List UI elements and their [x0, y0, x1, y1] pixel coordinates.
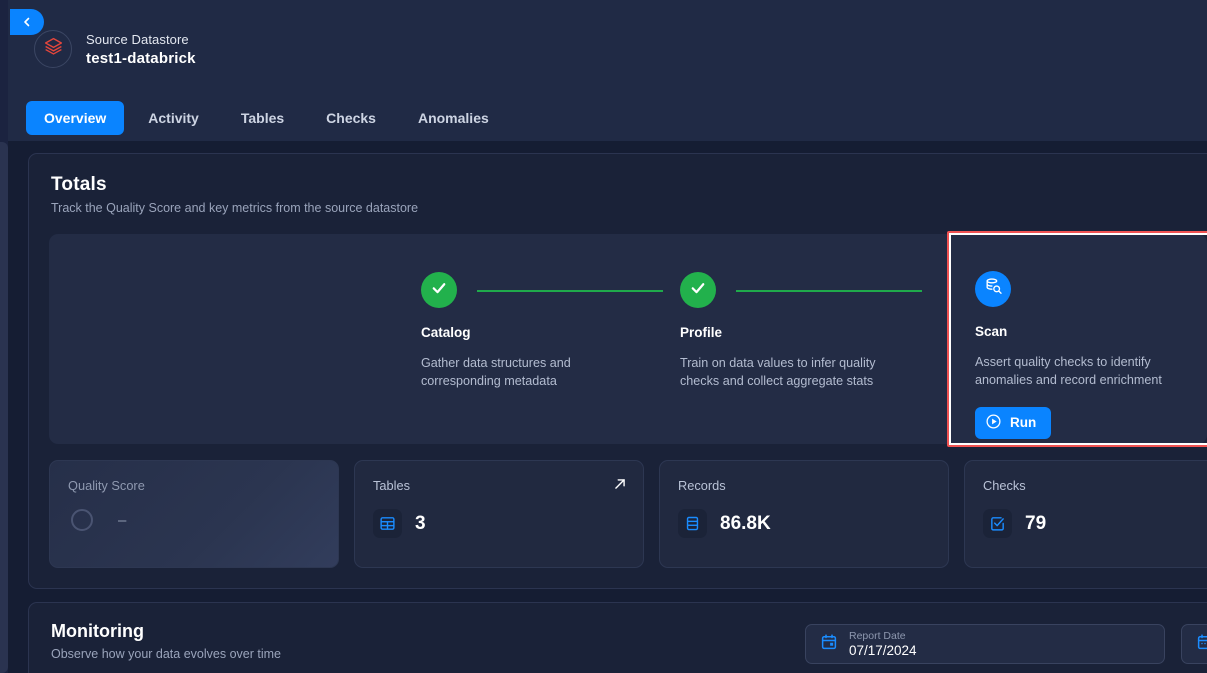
- stage-scan-name: Scan: [975, 324, 1008, 339]
- tab-tables[interactable]: Tables: [223, 101, 302, 135]
- check-icon: [689, 279, 707, 302]
- report-date-value: 07/17/2024: [849, 643, 917, 658]
- stage-profile-name: Profile: [680, 325, 723, 340]
- datastore-name: test1-databrick: [86, 49, 196, 67]
- calendar-icon: [820, 633, 838, 656]
- stage-catalog-status-badge: [421, 272, 457, 308]
- sidebar-rail-handle[interactable]: [0, 142, 8, 673]
- check-icon: [430, 279, 448, 302]
- stage-scan-description: Assert quality checks to identify anomal…: [975, 355, 1162, 388]
- avatar: [34, 30, 72, 68]
- stage-catalog-description: Gather data structures and corresponding…: [421, 356, 571, 389]
- report-date-label: Report Date: [849, 630, 906, 642]
- tab-checks[interactable]: Checks: [308, 101, 394, 135]
- metric-quality-score-label: Quality Score: [68, 478, 145, 493]
- run-scan-button[interactable]: Run: [975, 406, 1051, 439]
- chevron-left-icon: [21, 16, 33, 28]
- metric-tables-label: Tables: [373, 478, 410, 493]
- metric-card-row: Quality Score – Tables 3 Records 86.8K C…: [29, 460, 1207, 588]
- external-link-icon[interactable]: [613, 477, 627, 496]
- stage-profile-status-badge: [680, 272, 716, 308]
- tab-overview[interactable]: Overview: [26, 101, 125, 135]
- app-root: Source Datastore test1-databrick Overvie…: [0, 0, 1207, 673]
- stage-profile-connector: [736, 290, 922, 292]
- report-date-field[interactable]: Report Date 07/17/2024: [805, 624, 1165, 664]
- stage-catalog-connector: [477, 290, 663, 292]
- metric-card-quality-score[interactable]: Quality Score –: [49, 460, 339, 568]
- stage-catalog[interactable]: Catalog Gather data structures and corre…: [421, 234, 680, 444]
- metric-checks-label: Checks: [983, 478, 1026, 493]
- stages-strip: Catalog Gather data structures and corre…: [49, 231, 1207, 447]
- run-scan-label: Run: [1010, 415, 1037, 430]
- tab-activity[interactable]: Activity: [130, 101, 217, 135]
- tab-bar: Overview Activity Tables Checks Anomalie…: [26, 101, 507, 135]
- metric-records-value: 86.8K: [720, 512, 771, 534]
- table-grid-icon: [373, 509, 402, 538]
- datastore-identity: Source Datastore test1-databrick: [34, 30, 196, 68]
- play-circle-icon: [985, 413, 1002, 433]
- check-square-icon: [983, 509, 1012, 538]
- metric-card-checks[interactable]: Checks 79: [964, 460, 1207, 568]
- datastore-kicker: Source Datastore: [86, 31, 189, 47]
- stage-profile[interactable]: Profile Train on data values to infer qu…: [680, 234, 939, 444]
- metric-card-records[interactable]: Records 86.8K: [659, 460, 949, 568]
- metric-quality-score-value: –: [118, 511, 127, 529]
- secondary-date-field[interactable]: [1181, 624, 1207, 664]
- metric-tables-value: 3: [415, 512, 426, 534]
- totals-subtitle: Track the Quality Score and key metrics …: [51, 201, 419, 215]
- stage-scan-status-badge: [975, 271, 1011, 307]
- totals-panel: Totals Track the Quality Score and key m…: [28, 153, 1207, 589]
- stages-wrapper: Catalog Gather data structures and corre…: [29, 215, 1207, 460]
- score-ring-icon: [71, 509, 93, 531]
- totals-header: Totals Track the Quality Score and key m…: [29, 154, 1207, 215]
- metric-card-tables[interactable]: Tables 3: [354, 460, 644, 568]
- stage-scan[interactable]: Scan Assert quality checks to identify a…: [947, 231, 1207, 447]
- stage-catalog-name: Catalog: [421, 325, 471, 340]
- metric-checks-value: 79: [1025, 512, 1047, 534]
- database-search-icon: [984, 277, 1003, 301]
- databricks-layers-icon: [43, 36, 64, 62]
- metric-records-label: Records: [678, 478, 726, 493]
- page-header: Source Datastore test1-databrick Overvie…: [8, 0, 1207, 141]
- stage-profile-description: Train on data values to infer quality ch…: [680, 356, 876, 389]
- page-content: Totals Track the Quality Score and key m…: [8, 141, 1207, 673]
- calendar-icon: [1196, 633, 1207, 656]
- totals-title: Totals: [51, 174, 107, 195]
- records-rows-icon: [678, 509, 707, 538]
- tab-anomalies[interactable]: Anomalies: [400, 101, 507, 135]
- monitoring-panel: Monitoring Observe how your data evolves…: [28, 602, 1207, 673]
- stages-spacer: [49, 234, 421, 444]
